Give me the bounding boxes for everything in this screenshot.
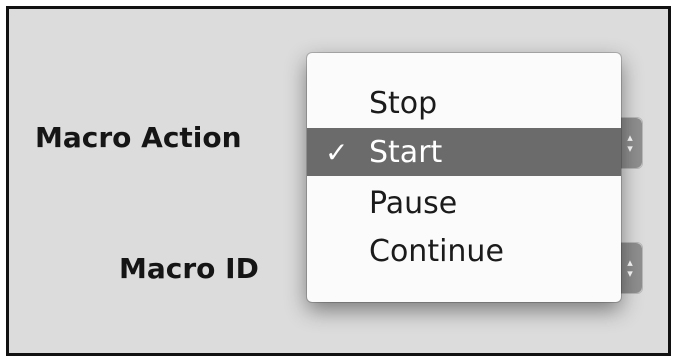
menu-item-continue[interactable]: Continue [307,227,621,275]
checkmark-icon: ✓ [325,135,349,169]
menu-item-label: Continue [369,233,504,269]
macro-action-dropdown-menu: Stop ✓ Start Pause Continue [307,53,621,302]
menu-item-label: Stop [369,85,438,121]
menu-item-label: Pause [369,185,458,221]
menu-item-pause[interactable]: Pause [307,179,621,227]
menu-item-label: Start [369,134,443,170]
macro-action-label: Macro Action [35,121,242,154]
up-down-arrows-icon: ▴ ▾ [618,118,642,168]
menu-item-stop[interactable]: Stop [307,79,621,127]
settings-panel: Macro Action ▴ ▾ Macro ID ▴ ▾ Stop ✓ Start… [6,6,671,356]
menu-item-start[interactable]: ✓ Start [307,128,621,176]
macro-id-label: Macro ID [119,252,259,285]
up-down-arrows-icon: ▴ ▾ [618,243,642,293]
